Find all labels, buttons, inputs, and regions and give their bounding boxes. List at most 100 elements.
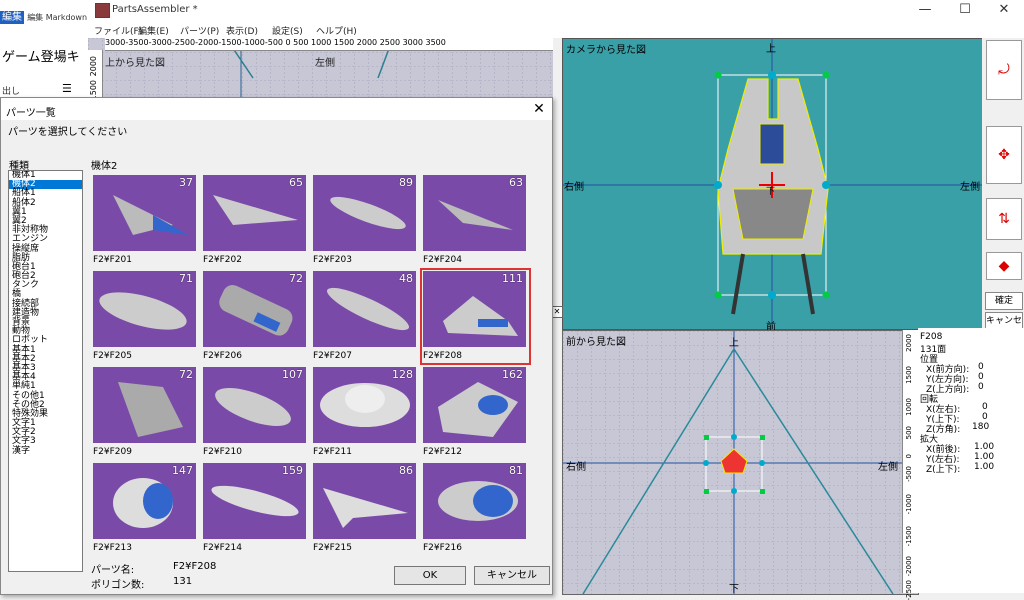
front-view-vertical-ruler: 2000 1500 1000 500 0 -500 -1000 -1500 -2…	[902, 330, 918, 600]
app-icon	[95, 3, 110, 18]
vruler-label: -1500	[905, 526, 913, 547]
rot-z-value: 180	[972, 422, 990, 432]
minimize-icon[interactable]: —	[905, 0, 945, 20]
part-thumbnail[interactable]: 72	[203, 271, 306, 347]
menu-view[interactable]: 表示(D)	[226, 24, 258, 37]
front-view-label: 前から見た図	[566, 337, 626, 348]
polygon-count-label: ポリゴン数:	[91, 580, 145, 591]
pos-y-value: 0	[978, 372, 984, 382]
part-thumbnail[interactable]: 147	[93, 463, 196, 539]
part-name-label: F2¥F206	[203, 351, 242, 361]
menu-bar: ファイル(F) 編集(E) パーツ(P) 表示(D) 設定(S) ヘルプ(H)	[88, 20, 1024, 38]
part-name-label: F2¥F203	[313, 255, 352, 265]
title-bar	[88, 0, 1024, 20]
vruler-label: -500	[905, 466, 913, 482]
part-polygon-count: 86	[399, 464, 413, 477]
part-name-label: F2¥F216	[423, 543, 462, 553]
scale-z-value: 1.00	[974, 462, 995, 472]
selected-part-frame	[420, 268, 531, 365]
vruler-label: 2000	[905, 334, 913, 352]
type-list[interactable]: 機体1 機体2 船体1 船体2 翼1 翼2 非対称物 エンジン 操縦席 脂肪 砲台1 砲台2 タンク橋接…	[8, 170, 83, 572]
background-tab[interactable]: 編集 編集 Markdown	[0, 8, 87, 24]
move-arrows-icon[interactable]: ✥	[986, 126, 1022, 184]
part-name-label: F2¥F207	[313, 351, 352, 361]
part-name-label: F2¥F205	[93, 351, 132, 361]
dialog-cancel-button[interactable]: キャンセル	[474, 566, 550, 585]
part-name-label: F2¥F212	[423, 447, 462, 457]
part-polygon-count: 107	[282, 368, 303, 381]
part-polygon-count: 72	[289, 272, 303, 285]
part-thumbnail[interactable]: 162	[423, 367, 526, 443]
camera-center-label: 下	[766, 187, 776, 197]
window-title: PartsAssembler *	[112, 4, 198, 15]
part-thumbnail[interactable]: 128	[313, 367, 416, 443]
part-thumbnail[interactable]: 81	[423, 463, 526, 539]
pos-z-value: 0	[978, 382, 984, 392]
background-title: ゲーム登場キ	[2, 50, 80, 65]
close-icon[interactable]: ✕	[984, 0, 1024, 20]
part-polygon-count: 89	[399, 176, 413, 189]
ok-button[interactable]: OK	[394, 566, 466, 585]
scale-y-value: 1.00	[974, 452, 995, 462]
part-name-value: F2¥F208	[173, 561, 217, 572]
part-thumbnail[interactable]: 63	[423, 175, 526, 251]
background-side-text: 出し	[2, 87, 21, 97]
part-thumbnail[interactable]: 159	[203, 463, 306, 539]
vruler-label: 1500	[905, 366, 913, 384]
part-name-label: パーツ名:	[91, 565, 135, 576]
up-down-arrows-icon[interactable]: ⇅	[986, 198, 1022, 240]
dialog-title: パーツ一覧	[6, 108, 56, 119]
menu-parts[interactable]: パーツ(P)	[180, 24, 219, 37]
part-name-label: F2¥F210	[203, 447, 242, 457]
reset-icon[interactable]: ◆	[986, 252, 1022, 280]
part-thumbnail[interactable]: 48	[313, 271, 416, 347]
vruler-label: 0	[905, 454, 913, 459]
part-thumbnail[interactable]: 89	[313, 175, 416, 251]
front-view-panel[interactable]	[562, 330, 919, 595]
front-top-label: 上	[729, 338, 739, 349]
part-polygon-count: 71	[179, 272, 193, 285]
scale-x-value: 1.00	[974, 442, 995, 452]
part-thumbnail[interactable]: 107	[203, 367, 306, 443]
type-list-item[interactable]: 漢字	[9, 446, 82, 456]
info-panel: F208 131面 位置 X(前方向): 0 Y(左方向): 0 Z(上方向):…	[918, 328, 1024, 593]
maximize-icon[interactable]: ☐	[945, 0, 985, 20]
camera-top-label: 上	[766, 44, 776, 55]
part-name-label: F2¥F211	[313, 447, 352, 457]
part-thumbnail[interactable]: 65	[203, 175, 306, 251]
menu-help[interactable]: ヘルプ(H)	[316, 24, 357, 37]
part-polygon-count: 63	[509, 176, 523, 189]
scale-z-label: Z(上下):	[926, 465, 961, 475]
vruler-label: 500	[905, 426, 913, 440]
part-thumbnail[interactable]: 86	[313, 463, 416, 539]
menu-edit[interactable]: 編集(E)	[138, 24, 169, 37]
edit-badge: 編集	[0, 11, 24, 24]
part-polygon-count: 147	[172, 464, 193, 477]
part-thumbnail[interactable]: 71	[93, 271, 196, 347]
vruler-label: 1000	[905, 398, 913, 416]
rotate-arrows-icon[interactable]: ⤾	[986, 40, 1022, 100]
part-name-label: F2¥F213	[93, 543, 132, 553]
polygon-count-value: 131	[173, 576, 193, 587]
part-polygon-count: 159	[282, 464, 303, 477]
camera-left-label: 左側	[960, 182, 980, 193]
part-name-label: F2¥F204	[423, 255, 462, 265]
part-name: F208	[920, 332, 943, 342]
pos-x-value: 0	[978, 362, 984, 372]
part-thumbnail[interactable]: 37	[93, 175, 196, 251]
dialog-prompt: パーツを選択してください	[8, 127, 128, 138]
part-name-label: F2¥F215	[313, 543, 352, 553]
part-name-label: F2¥F214	[203, 543, 242, 553]
vruler-label: -1000	[905, 494, 913, 515]
menu-settings[interactable]: 設定(S)	[272, 24, 303, 37]
top-view-ruler: 3000-3500-3000-2500-2000-1500-1000-500 0…	[105, 38, 553, 51]
confirm-button[interactable]: 確定	[985, 292, 1023, 310]
menu-file[interactable]: ファイル(F)	[94, 24, 142, 37]
dialog-title-bar	[1, 98, 552, 120]
camera-right-label: 右側	[564, 182, 584, 193]
dialog-close-icon[interactable]: ✕	[529, 100, 549, 118]
part-thumbnail[interactable]: 72	[93, 367, 196, 443]
list-icon[interactable]: ☰	[62, 82, 72, 95]
part-polygon-count: 65	[289, 176, 303, 189]
top-view-label: 上から見た図	[105, 58, 165, 69]
